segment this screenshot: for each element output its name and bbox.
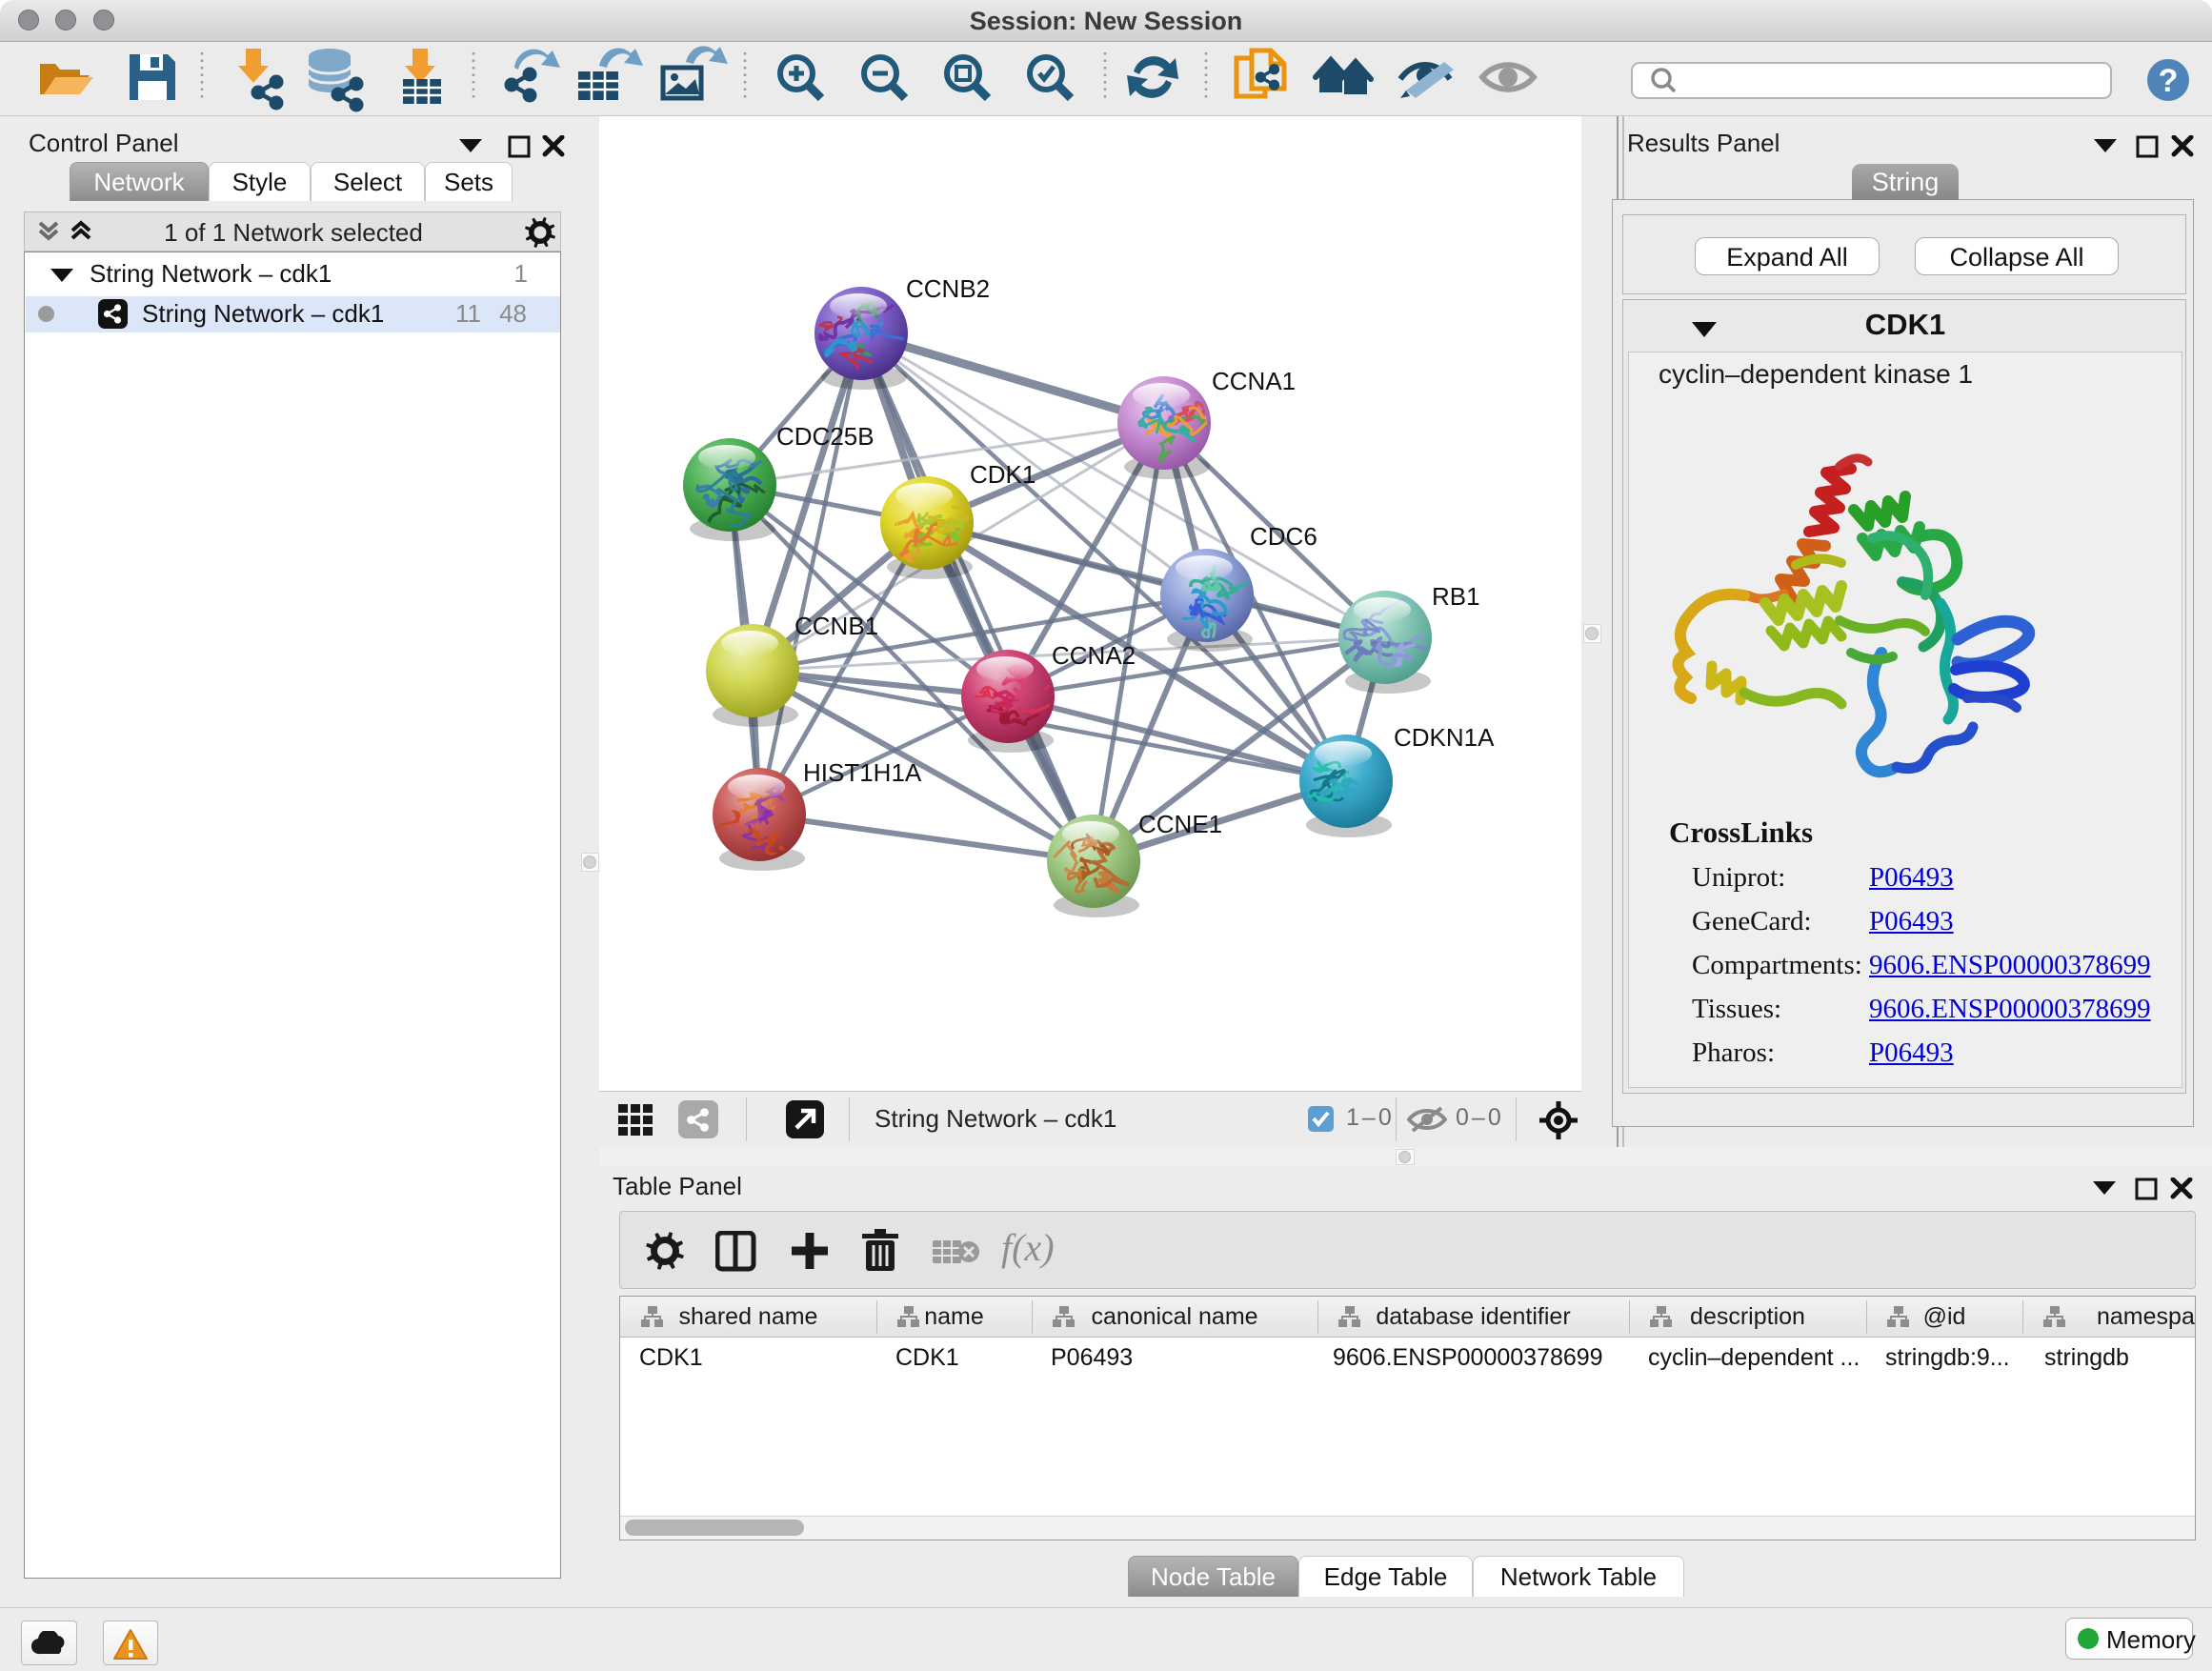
svg-text:CCNE1: CCNE1 [1138,810,1222,838]
svg-text:CCNA1: CCNA1 [1212,367,1296,395]
svg-text:CDKN1A: CDKN1A [1394,723,1495,752]
svg-text:HIST1H1A: HIST1H1A [803,758,922,787]
svg-text:RB1: RB1 [1432,582,1480,611]
svg-text:?: ? [2159,63,2179,99]
svg-text:CCNA2: CCNA2 [1052,641,1136,670]
svg-text:CCNB2: CCNB2 [906,274,990,303]
svg-text:CCNB1: CCNB1 [794,612,878,640]
svg-text:CDK1: CDK1 [970,460,1036,489]
svg-text:CDC6: CDC6 [1250,522,1317,551]
svg-text:CDC25B: CDC25B [776,422,875,451]
